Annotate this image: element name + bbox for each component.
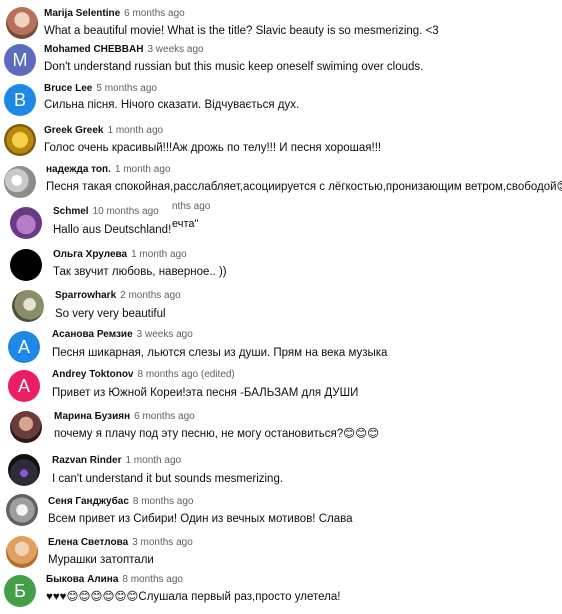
comment-item: Сеня Ганджубас 8 months ago Всем привет и… bbox=[0, 492, 562, 532]
comment-item: Елена Светлова 3 months ago Мурашки затоп… bbox=[0, 533, 562, 573]
comment-text: Don't understand russian but this music … bbox=[44, 61, 424, 73]
comment-author[interactable]: Sparrowhark bbox=[55, 290, 116, 301]
comment-text: Песня шикарная, льются слезы из души. Пр… bbox=[52, 347, 388, 359]
comment-text: So very very beautiful bbox=[55, 308, 166, 320]
avatar-initial: A bbox=[17, 337, 30, 357]
comment-item: A Andrey Toktonov 8 months ago (edited) П… bbox=[0, 366, 562, 406]
comment-timestamp[interactable]: 6 months ago bbox=[124, 8, 185, 19]
comment-timestamp[interactable]: 8 months ago bbox=[133, 496, 194, 507]
comment-author[interactable]: надежда топ. bbox=[46, 164, 111, 175]
comment-item: Marija Selentine 6 months ago What a beau… bbox=[0, 0, 562, 44]
comment-author[interactable]: Schmel bbox=[53, 206, 89, 217]
avatar[interactable] bbox=[6, 7, 38, 39]
comment-timestamp[interactable]: 8 months ago (edited) bbox=[137, 369, 234, 380]
comment-item: Razvan Rinder 1 month ago I can't underst… bbox=[0, 450, 562, 490]
comment-text: ♥♥♥😊😊😊😊😊😊Слушала первый раз,просто улете… bbox=[46, 591, 341, 603]
comment-timestamp[interactable]: 6 months ago bbox=[134, 411, 195, 422]
comment-text: Песня такая спокойная,расслабляет,асоции… bbox=[46, 181, 562, 193]
avatar[interactable]: A bbox=[8, 370, 40, 402]
comment-item: Schmel 10 months ago Hallo aus Deutschlan… bbox=[0, 202, 562, 242]
avatar[interactable]: Б bbox=[4, 575, 36, 607]
comment-item: Ольга Хрулева 1 month ago Так звучит любо… bbox=[0, 244, 562, 284]
comment-author[interactable]: Greek Greek bbox=[44, 125, 104, 136]
comment-author[interactable]: Razvan Rinder bbox=[52, 455, 121, 466]
comment-author[interactable]: Асанова Ремзие bbox=[52, 329, 133, 340]
comment-author[interactable]: Быкова Алина bbox=[46, 574, 118, 585]
comment-author[interactable]: Mohamed CHEBBAH bbox=[44, 44, 143, 55]
comment-item: M Mohamed CHEBBAH 3 weeks ago Don't under… bbox=[0, 40, 562, 80]
comment-timestamp[interactable]: 1 month ago bbox=[108, 125, 164, 136]
comment-timestamp[interactable]: 3 months ago bbox=[132, 537, 193, 548]
comment-author[interactable]: Марина Бузиян bbox=[54, 411, 130, 422]
comment-timestamp[interactable]: 1 month ago bbox=[115, 164, 171, 175]
avatar[interactable] bbox=[10, 207, 42, 239]
avatar[interactable] bbox=[12, 290, 44, 322]
avatar[interactable] bbox=[6, 494, 38, 526]
comment-author[interactable]: Andrey Toktonov bbox=[52, 369, 133, 380]
comment-text: Так звучит любовь, наверное.. )) bbox=[53, 266, 227, 278]
avatar-initial: A bbox=[17, 376, 30, 396]
comment-item: Марина Бузиян 6 months ago почему я плачу… bbox=[0, 407, 562, 449]
comment-author[interactable]: Сеня Ганджубас bbox=[48, 496, 129, 507]
comment-text: What a beautiful movie! What is the titl… bbox=[44, 25, 439, 37]
comment-text: почему я плачу под эту песню, не могу ос… bbox=[54, 428, 380, 440]
comment-timestamp[interactable]: 2 months ago bbox=[120, 290, 181, 301]
comment-item: Б Быкова Алина 8 months ago ♥♥♥😊😊😊😊😊😊Слуш… bbox=[0, 572, 562, 614]
comment-timestamp[interactable]: 3 weeks ago bbox=[147, 44, 203, 55]
comment-item: A Асанова Ремзие 3 weeks ago Песня шикарн… bbox=[0, 326, 562, 366]
comment-timestamp[interactable]: 5 months ago bbox=[96, 83, 157, 94]
avatar[interactable] bbox=[8, 454, 40, 486]
avatar[interactable] bbox=[6, 536, 38, 568]
comment-text: Сильна пісня. Нічого сказати. Відчуваєть… bbox=[44, 99, 300, 111]
comment-text: I can't understand it but sounds mesmeri… bbox=[52, 473, 284, 485]
avatar[interactable] bbox=[10, 411, 42, 443]
comment-item: Greek Greek 1 month ago Голос очень краси… bbox=[0, 120, 562, 162]
comment-author[interactable]: Елена Светлова bbox=[48, 537, 128, 548]
avatar-initial: B bbox=[13, 90, 26, 110]
avatar[interactable]: B bbox=[4, 84, 36, 116]
avatar-initial: M bbox=[12, 50, 28, 70]
comment-item: Sparrowhark 2 months ago So very very bea… bbox=[0, 285, 562, 325]
comment-text: Мурашки затоптали bbox=[48, 554, 154, 566]
comment-text: Hallo aus Deutschland! bbox=[53, 224, 172, 236]
comment-timestamp[interactable]: 1 month ago bbox=[125, 455, 181, 466]
comment-timestamp[interactable]: 8 months ago bbox=[122, 574, 183, 585]
comment-author[interactable]: Bruce Lee bbox=[44, 83, 92, 94]
avatar[interactable] bbox=[4, 124, 36, 156]
comment-text: Голос очень красивый!!!Аж дрожь по телу!… bbox=[44, 142, 382, 154]
avatar[interactable] bbox=[10, 249, 42, 281]
comment-author[interactable]: Marija Selentine bbox=[44, 8, 120, 19]
comment-timestamp[interactable]: 10 months ago bbox=[93, 206, 159, 217]
comment-text: Привет из Южной Кореи!эта песня -БАЛЬЗАМ… bbox=[52, 387, 359, 399]
avatar-initial: Б bbox=[14, 581, 26, 601]
avatar[interactable]: A bbox=[8, 331, 40, 363]
comment-item: надежда топ. 1 month ago Песня такая спок… bbox=[0, 162, 562, 202]
comment-author[interactable]: Ольга Хрулева bbox=[53, 249, 127, 260]
comment-text: Всем привет из Сибири! Один из вечных мо… bbox=[48, 513, 353, 525]
avatar[interactable] bbox=[4, 166, 36, 198]
avatar[interactable]: M bbox=[4, 44, 36, 76]
comment-timestamp[interactable]: 3 weeks ago bbox=[137, 329, 193, 340]
comment-timestamp[interactable]: 1 month ago bbox=[131, 249, 187, 260]
comment-item: B Bruce Lee 5 months ago Сильна пісня. Ні… bbox=[0, 80, 562, 120]
